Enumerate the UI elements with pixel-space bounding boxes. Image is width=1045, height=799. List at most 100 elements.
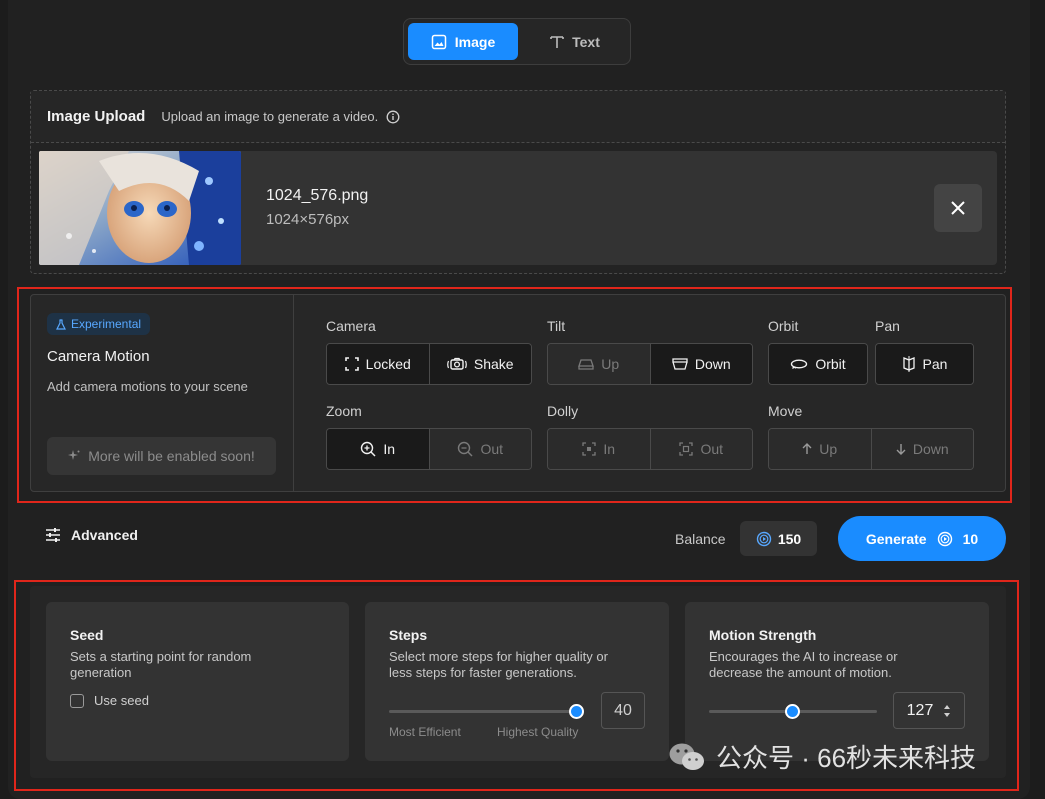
stepper-arrows-icon[interactable] <box>943 704 951 718</box>
tilt-down-option[interactable]: Down <box>649 344 752 384</box>
steps-value: 40 <box>614 701 632 719</box>
steps-max-label: Highest Quality <box>497 725 579 739</box>
arrow-up-icon <box>802 443 812 455</box>
motion-strength-description: Encourages the AI to increase or decreas… <box>709 649 898 680</box>
text-mode-label: Text <box>572 33 600 50</box>
zoom-in-option[interactable]: In <box>327 429 429 469</box>
dolly-group-label: Dolly <box>547 403 579 419</box>
generate-cost: 10 <box>962 530 979 547</box>
credit-coin-icon <box>756 531 772 547</box>
motion-slider-thumb[interactable] <box>785 704 800 719</box>
more-soon-button: More will be enabled soon! <box>47 437 276 475</box>
tilt-down-label: Down <box>694 356 731 372</box>
info-icon[interactable] <box>386 110 400 124</box>
dolly-in-label: In <box>603 441 616 457</box>
zoom-in-label: In <box>383 441 396 457</box>
generate-button[interactable]: Generate 10 <box>838 516 1006 561</box>
zoom-group-label: Zoom <box>326 403 362 419</box>
seed-title: Seed <box>70 627 104 643</box>
generate-label: Generate <box>865 530 927 547</box>
pan-icon <box>902 356 916 372</box>
balance-value: 150 <box>777 530 802 547</box>
pan-option[interactable]: Pan <box>876 344 973 384</box>
steps-title: Steps <box>389 627 428 643</box>
camera-shake-label: Shake <box>473 356 514 372</box>
text-mode-button[interactable]: Text <box>522 23 628 60</box>
upload-header: Image Upload Upload an image to generate… <box>31 91 1005 143</box>
motion-value: 127 <box>906 701 934 719</box>
watermark: 公众号 · 66秒未来科技 <box>668 738 976 775</box>
sparkle-icon <box>68 450 80 462</box>
orbit-group-label: Orbit <box>768 318 799 334</box>
dolly-segmented-control: In Out <box>547 428 753 470</box>
camera-locked-option[interactable]: Locked <box>327 344 429 384</box>
steps-description: Select more steps for higher quality or … <box>389 649 608 680</box>
image-thumbnail <box>39 151 241 265</box>
pan-label: Pan <box>922 356 948 372</box>
zoom-segmented-control: In Out <box>326 428 532 470</box>
more-soon-label: More will be enabled soon! <box>88 448 255 464</box>
tilt-up-option[interactable]: Up <box>548 344 650 384</box>
image-mode-button[interactable]: Image <box>408 23 518 60</box>
move-up-option[interactable]: Up <box>769 429 871 469</box>
upload-subtitle: Upload an image to generate a video. <box>161 109 400 124</box>
steps-min-label: Most Efficient <box>389 725 461 739</box>
camera-motion-info: Experimental Camera Motion Add camera mo… <box>31 295 294 491</box>
credit-coin-icon <box>937 531 953 547</box>
orbit-option[interactable]: Orbit <box>769 344 867 384</box>
file-name: 1024_576.png <box>266 187 369 204</box>
move-group-label: Move <box>768 403 803 419</box>
camera-shake-option[interactable]: Shake <box>428 344 531 384</box>
file-dimensions: 1024×576px <box>266 211 349 228</box>
steps-slider-track[interactable] <box>389 710 577 713</box>
flask-icon <box>56 318 66 330</box>
motion-value-stepper[interactable]: 127 <box>893 692 965 729</box>
move-segmented-control: Up Down <box>768 428 974 470</box>
focus-frame-icon <box>344 357 359 371</box>
arrow-down-icon <box>896 443 906 455</box>
experimental-badge-label: Experimental <box>71 317 142 331</box>
steps-slider-thumb[interactable] <box>569 704 584 719</box>
dolly-out-label: Out <box>700 441 724 457</box>
dolly-out-option[interactable]: Out <box>649 429 752 469</box>
upload-subtitle-text: Upload an image to generate a video. <box>161 109 379 124</box>
uploaded-file: 1024_576.png 1024×576px <box>39 151 997 265</box>
move-down-label: Down <box>912 441 949 457</box>
experimental-badge: Experimental <box>47 313 151 335</box>
wechat-icon <box>668 741 706 773</box>
text-icon <box>550 35 564 49</box>
tilt-up-icon <box>578 357 595 371</box>
image-mode-label: Image <box>454 33 496 50</box>
remove-image-button[interactable] <box>934 184 982 232</box>
camera-segmented-control: Locked Shake <box>326 343 532 385</box>
orbit-control: Orbit <box>768 343 868 385</box>
motion-strength-title: Motion Strength <box>709 627 817 643</box>
camera-motion-subtitle: Add camera motions to your scene <box>47 379 248 394</box>
close-icon <box>950 200 966 216</box>
camera-motion-panel: Experimental Camera Motion Add camera mo… <box>30 294 1006 492</box>
steps-value-box[interactable]: 40 <box>601 692 645 729</box>
sliders-icon <box>45 528 61 542</box>
seed-card: Seed Sets a starting point for random ge… <box>46 602 349 761</box>
tilt-group-label: Tilt <box>547 318 566 334</box>
zoom-out-option[interactable]: Out <box>428 429 531 469</box>
advanced-toggle[interactable]: Advanced <box>45 527 138 543</box>
tilt-down-icon <box>672 357 688 371</box>
orbit-icon <box>790 358 808 370</box>
camera-shake-icon <box>447 357 467 371</box>
image-icon <box>431 34 447 50</box>
pan-group-label: Pan <box>875 318 900 334</box>
move-down-option[interactable]: Down <box>870 429 973 469</box>
dolly-out-icon <box>679 442 694 456</box>
watermark-text: 公众号 · 66秒未来科技 <box>716 743 977 773</box>
image-upload-area[interactable]: Image Upload Upload an image to generate… <box>30 90 1006 274</box>
seed-description: Sets a starting point for random generat… <box>70 649 252 680</box>
use-seed-checkbox[interactable] <box>70 694 84 708</box>
dolly-in-option[interactable]: In <box>548 429 650 469</box>
camera-motion-title: Camera Motion <box>47 348 150 365</box>
upload-title: Image Upload <box>47 108 146 125</box>
balance-value-pill: 150 <box>740 521 817 556</box>
dolly-in-icon <box>582 442 597 456</box>
tilt-segmented-control: Up Down <box>547 343 753 385</box>
camera-group-label: Camera <box>326 318 376 334</box>
